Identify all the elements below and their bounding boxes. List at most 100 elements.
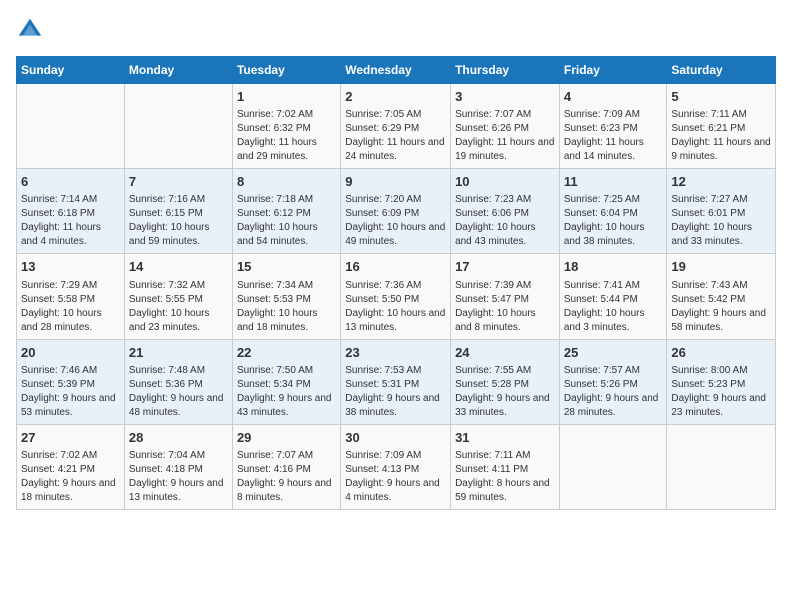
calendar-cell: 30Sunrise: 7:09 AM Sunset: 4:13 PM Dayli… xyxy=(341,424,451,509)
day-info: Sunrise: 7:02 AM Sunset: 6:32 PM Dayligh… xyxy=(237,108,336,164)
day-info: Sunrise: 7:32 AM Sunset: 5:55 PM Dayligh… xyxy=(129,279,228,335)
day-info: Sunrise: 7:50 AM Sunset: 5:34 PM Dayligh… xyxy=(237,364,336,420)
calendar-cell: 22 Sunrise: 7:50 AM Sunset: 5:34 PM Dayli… xyxy=(232,339,340,424)
day-info: Sunrise: 7:09 AM Sunset: 6:23 PM Dayligh… xyxy=(564,108,663,164)
calendar-week-5: 27 Sunrise: 7:02 AM Sunset: 4:21 PM Dayli… xyxy=(17,424,776,509)
day-info: Sunrise: 7:41 AM Sunset: 5:44 PM Dayligh… xyxy=(564,279,663,335)
day-info: Sunrise: 7:43 AM Sunset: 5:42 PM Dayligh… xyxy=(671,279,771,335)
calendar-cell: 3Sunrise: 7:07 AM Sunset: 6:26 PM Daylig… xyxy=(451,84,560,169)
calendar-body: 1 Sunrise: 7:02 AM Sunset: 6:32 PM Daylig… xyxy=(17,84,776,510)
calendar-cell: 16 Sunrise: 7:36 AM Sunset: 5:50 PM Dayli… xyxy=(341,254,451,339)
day-number: 3 xyxy=(455,88,555,106)
day-number: 15 xyxy=(237,258,336,276)
day-info: Sunrise: 7:55 AM Sunset: 5:28 PM Dayligh… xyxy=(455,364,555,420)
day-info: Sunrise: 7:53 AM Sunset: 5:31 PM Dayligh… xyxy=(345,364,446,420)
calendar-cell: 10 Sunrise: 7:23 AM Sunset: 6:06 PM Dayli… xyxy=(451,169,560,254)
day-info: Sunrise: 7:16 AM Sunset: 6:15 PM Dayligh… xyxy=(129,193,228,249)
day-number: 31 xyxy=(455,429,555,447)
day-number: 23 xyxy=(345,344,446,362)
day-number: 28 xyxy=(129,429,228,447)
day-info: Sunrise: 7:09 AM Sunset: 4:13 PM Dayligh… xyxy=(345,449,446,505)
calendar-header: SundayMondayTuesdayWednesdayThursdayFrid… xyxy=(17,57,776,84)
day-number: 29 xyxy=(237,429,336,447)
calendar-cell: 24 Sunrise: 7:55 AM Sunset: 5:28 PM Dayli… xyxy=(451,339,560,424)
header-day-sunday: Sunday xyxy=(17,57,125,84)
day-number: 12 xyxy=(671,173,771,191)
day-number: 8 xyxy=(237,173,336,191)
day-number: 14 xyxy=(129,258,228,276)
day-number: 18 xyxy=(564,258,663,276)
calendar-cell: 29 Sunrise: 7:07 AM Sunset: 4:16 PM Dayli… xyxy=(232,424,340,509)
logo-icon xyxy=(16,16,44,44)
day-info: Sunrise: 7:48 AM Sunset: 5:36 PM Dayligh… xyxy=(129,364,228,420)
header-day-thursday: Thursday xyxy=(451,57,560,84)
calendar-cell: 26 Sunrise: 8:00 AM Sunset: 5:23 PM Dayli… xyxy=(667,339,776,424)
day-number: 25 xyxy=(564,344,663,362)
day-number: 13 xyxy=(21,258,120,276)
calendar-cell: 19 Sunrise: 7:43 AM Sunset: 5:42 PM Dayli… xyxy=(667,254,776,339)
day-number: 19 xyxy=(671,258,771,276)
day-number: 9 xyxy=(345,173,446,191)
calendar-cell: 28 Sunrise: 7:04 AM Sunset: 4:18 PM Dayli… xyxy=(124,424,232,509)
calendar-cell: 18 Sunrise: 7:41 AM Sunset: 5:44 PM Dayli… xyxy=(559,254,667,339)
header-day-wednesday: Wednesday xyxy=(341,57,451,84)
day-info: Sunrise: 7:05 AM Sunset: 6:29 PM Dayligh… xyxy=(345,108,446,164)
calendar-cell: 7Sunrise: 7:16 AM Sunset: 6:15 PM Daylig… xyxy=(124,169,232,254)
calendar-cell: 13Sunrise: 7:29 AM Sunset: 5:58 PM Dayli… xyxy=(17,254,125,339)
calendar-cell: 14 Sunrise: 7:32 AM Sunset: 5:55 PM Dayli… xyxy=(124,254,232,339)
day-number: 1 xyxy=(237,88,336,106)
calendar-cell: 20 Sunrise: 7:46 AM Sunset: 5:39 PM Dayli… xyxy=(17,339,125,424)
day-number: 11 xyxy=(564,173,663,191)
day-info: Sunrise: 7:25 AM Sunset: 6:04 PM Dayligh… xyxy=(564,193,663,249)
calendar-cell: 25 Sunrise: 7:57 AM Sunset: 5:26 PM Dayli… xyxy=(559,339,667,424)
day-info: Sunrise: 7:18 AM Sunset: 6:12 PM Dayligh… xyxy=(237,193,336,249)
day-info: Sunrise: 7:20 AM Sunset: 6:09 PM Dayligh… xyxy=(345,193,446,249)
header-day-saturday: Saturday xyxy=(667,57,776,84)
day-info: Sunrise: 7:11 AM Sunset: 4:11 PM Dayligh… xyxy=(455,449,555,505)
calendar-cell xyxy=(667,424,776,509)
header-day-monday: Monday xyxy=(124,57,232,84)
calendar-cell: 21 Sunrise: 7:48 AM Sunset: 5:36 PM Dayli… xyxy=(124,339,232,424)
calendar-week-2: 6 Sunrise: 7:14 AM Sunset: 6:18 PM Daylig… xyxy=(17,169,776,254)
day-info: Sunrise: 7:07 AM Sunset: 4:16 PM Dayligh… xyxy=(237,449,336,505)
calendar-table: SundayMondayTuesdayWednesdayThursdayFrid… xyxy=(16,56,776,510)
calendar-cell: 23 Sunrise: 7:53 AM Sunset: 5:31 PM Dayli… xyxy=(341,339,451,424)
day-number: 4 xyxy=(564,88,663,106)
day-number: 21 xyxy=(129,344,228,362)
day-info: Sunrise: 7:46 AM Sunset: 5:39 PM Dayligh… xyxy=(21,364,120,420)
day-info: Sunrise: 7:14 AM Sunset: 6:18 PM Dayligh… xyxy=(21,193,120,249)
day-info: Sunrise: 7:57 AM Sunset: 5:26 PM Dayligh… xyxy=(564,364,663,420)
day-number: 20 xyxy=(21,344,120,362)
day-number: 22 xyxy=(237,344,336,362)
calendar-cell: 2Sunrise: 7:05 AM Sunset: 6:29 PM Daylig… xyxy=(341,84,451,169)
calendar-cell: 8 Sunrise: 7:18 AM Sunset: 6:12 PM Daylig… xyxy=(232,169,340,254)
calendar-cell: 17 Sunrise: 7:39 AM Sunset: 5:47 PM Dayli… xyxy=(451,254,560,339)
day-info: Sunrise: 8:00 AM Sunset: 5:23 PM Dayligh… xyxy=(671,364,771,420)
day-info: Sunrise: 7:04 AM Sunset: 4:18 PM Dayligh… xyxy=(129,449,228,505)
calendar-cell: 6 Sunrise: 7:14 AM Sunset: 6:18 PM Daylig… xyxy=(17,169,125,254)
page-header xyxy=(16,16,776,44)
day-number: 26 xyxy=(671,344,771,362)
day-info: Sunrise: 7:34 AM Sunset: 5:53 PM Dayligh… xyxy=(237,279,336,335)
calendar-week-1: 1 Sunrise: 7:02 AM Sunset: 6:32 PM Daylig… xyxy=(17,84,776,169)
calendar-cell: 1 Sunrise: 7:02 AM Sunset: 6:32 PM Daylig… xyxy=(232,84,340,169)
day-number: 6 xyxy=(21,173,120,191)
day-info: Sunrise: 7:02 AM Sunset: 4:21 PM Dayligh… xyxy=(21,449,120,505)
day-info: Sunrise: 7:11 AM Sunset: 6:21 PM Dayligh… xyxy=(671,108,771,164)
day-info: Sunrise: 7:36 AM Sunset: 5:50 PM Dayligh… xyxy=(345,279,446,335)
header-row: SundayMondayTuesdayWednesdayThursdayFrid… xyxy=(17,57,776,84)
calendar-cell xyxy=(559,424,667,509)
day-number: 10 xyxy=(455,173,555,191)
day-info: Sunrise: 7:39 AM Sunset: 5:47 PM Dayligh… xyxy=(455,279,555,335)
calendar-cell xyxy=(124,84,232,169)
calendar-cell: 11 Sunrise: 7:25 AM Sunset: 6:04 PM Dayli… xyxy=(559,169,667,254)
logo xyxy=(16,16,48,44)
calendar-week-4: 20 Sunrise: 7:46 AM Sunset: 5:39 PM Dayli… xyxy=(17,339,776,424)
day-number: 16 xyxy=(345,258,446,276)
calendar-cell: 4 Sunrise: 7:09 AM Sunset: 6:23 PM Daylig… xyxy=(559,84,667,169)
day-info: Sunrise: 7:27 AM Sunset: 6:01 PM Dayligh… xyxy=(671,193,771,249)
day-info: Sunrise: 7:23 AM Sunset: 6:06 PM Dayligh… xyxy=(455,193,555,249)
day-number: 17 xyxy=(455,258,555,276)
day-number: 27 xyxy=(21,429,120,447)
day-number: 24 xyxy=(455,344,555,362)
